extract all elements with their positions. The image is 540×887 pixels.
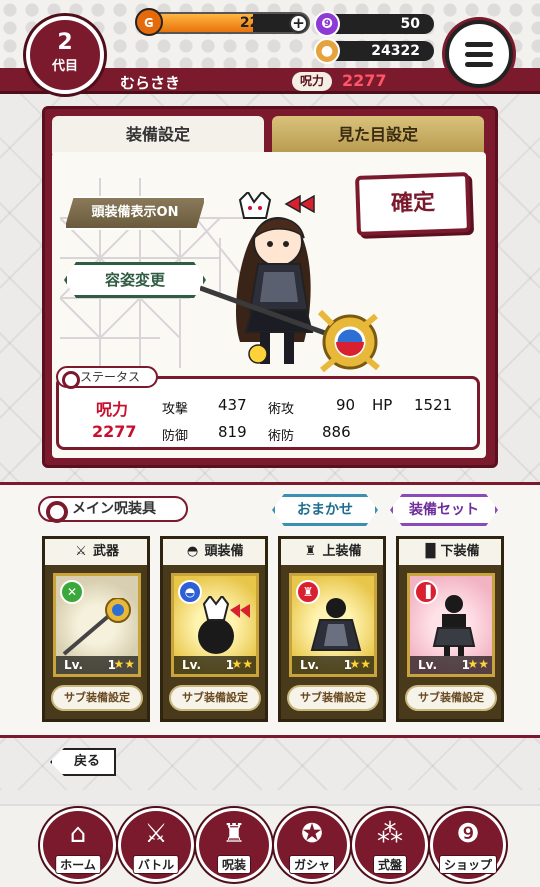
change-appearance-button[interactable]: 容姿変更 bbox=[64, 262, 206, 298]
slot-lower-level: Lv. 1 ★★ bbox=[410, 656, 492, 674]
helmet-icon: ◓ bbox=[186, 544, 199, 559]
sub-equip-button-weapon[interactable]: サブ装備設定 bbox=[51, 685, 143, 711]
nav-armor-label: 呪装 bbox=[216, 855, 252, 874]
power-label: 呪力 bbox=[292, 72, 333, 91]
slot-head-card[interactable]: ◓ Lv. 1 ★★ bbox=[171, 573, 259, 677]
star-icon: ★★ bbox=[113, 657, 135, 671]
generation-number: 2 bbox=[57, 30, 73, 55]
status-defense-value: 819 bbox=[218, 423, 247, 441]
hamburger-line bbox=[465, 52, 493, 57]
slot-weapon-card[interactable]: ✕ Lv. 1 ★★ bbox=[53, 573, 141, 677]
equip-set-button[interactable]: 装備セット bbox=[390, 494, 498, 526]
nav-board-label: 式盤 bbox=[372, 855, 408, 874]
status-attack-label: 攻撃 bbox=[162, 402, 189, 417]
slot-upper-card[interactable]: ♜ Lv. 1 ★★ bbox=[289, 573, 377, 677]
stamina-plus-button[interactable]: + bbox=[289, 14, 308, 33]
sub-equip-button-lower[interactable]: サブ装備設定 bbox=[405, 685, 497, 711]
status-magic-defense-label: 術防 bbox=[268, 429, 295, 444]
slot-lower-name: 下装備 bbox=[440, 544, 480, 559]
lower-item-icon bbox=[432, 595, 476, 656]
coin-pouch-icon: ● bbox=[314, 38, 340, 64]
slot-weapon[interactable]: ⚔ 武器 ✕ Lv. 1 ★★ サブ装備設定 bbox=[42, 536, 150, 722]
nav-battle-label: バトル bbox=[132, 855, 180, 874]
shop-icon: ❾ bbox=[456, 819, 480, 849]
nav-shop[interactable]: ❾ ショップ bbox=[430, 808, 506, 882]
sub-equip-button-head[interactable]: サブ装備設定 bbox=[169, 685, 261, 711]
power-value: 2277 bbox=[342, 71, 387, 90]
main-equipment-label: メイン呪装具 bbox=[38, 496, 188, 523]
pants-icon: ▐▌ bbox=[420, 544, 441, 559]
hamburger-line bbox=[465, 62, 493, 67]
slot-head-level: Lv. 1 ★★ bbox=[174, 656, 256, 674]
sub-equip-button-upper[interactable]: サブ装備設定 bbox=[287, 685, 379, 711]
status-magic-attack-value: 90 bbox=[336, 396, 356, 414]
back-button[interactable]: 戻る bbox=[50, 748, 116, 776]
jacket-icon: ♜ bbox=[304, 544, 317, 559]
stamina-text: 22/33 bbox=[239, 15, 284, 31]
stamina-bar: 22/33 bbox=[140, 12, 310, 34]
nav-gacha[interactable]: ✪ ガシャ bbox=[274, 808, 350, 882]
battle-icon: ⚔ bbox=[144, 819, 168, 849]
star-icon: ★★ bbox=[231, 657, 253, 671]
star-icon: ★★ bbox=[349, 657, 371, 671]
home-icon: ⌂ bbox=[69, 819, 87, 849]
upper-item-icon bbox=[310, 598, 362, 651]
nav-board[interactable]: ⁂ 式盤 bbox=[352, 808, 428, 882]
status-power-value: 2277 bbox=[92, 422, 137, 441]
nav-home[interactable]: ⌂ ホーム bbox=[40, 808, 116, 882]
slot-upper-level: Lv. 1 ★★ bbox=[292, 656, 374, 674]
board-icon: ⁂ bbox=[377, 819, 403, 849]
armor-icon: ♜ bbox=[222, 819, 246, 849]
status-hp-value: 1521 bbox=[414, 396, 453, 414]
status-power-label: 呪力 bbox=[96, 400, 129, 419]
status-magic-defense-value: 886 bbox=[322, 423, 351, 441]
slot-lower[interactable]: ▐▌下装備 ▐ Lv. 1 ★★ サブ装備設定 bbox=[396, 536, 504, 722]
status-tab-label: ステータス bbox=[56, 366, 158, 389]
nav-battle[interactable]: ⚔ バトル bbox=[118, 808, 194, 882]
hamburger-line bbox=[465, 42, 493, 47]
head-display-toggle-button[interactable]: 頭装備表示ON bbox=[64, 196, 206, 230]
auto-equip-button[interactable]: おまかせ bbox=[272, 494, 378, 526]
character-avatar bbox=[200, 192, 380, 373]
slot-upper[interactable]: ♜ 上装備 ♜ Lv. 1 ★★ サブ装備設定 bbox=[278, 536, 386, 722]
slot-weapon-header: ⚔ 武器 bbox=[45, 539, 147, 565]
slot-head-name: 頭装備 bbox=[204, 544, 244, 559]
nav-shop-label: ショップ bbox=[438, 855, 498, 874]
nav-gacha-label: ガシャ bbox=[288, 855, 336, 874]
tab-equip-settings[interactable]: 装備設定 bbox=[52, 116, 264, 154]
weapon-item-icon bbox=[62, 598, 131, 656]
menu-button[interactable] bbox=[445, 20, 513, 88]
spirit-orb-icon: ❾ bbox=[314, 11, 340, 37]
status-magic-attack-label: 術攻 bbox=[268, 402, 295, 417]
gacha-icon: ✪ bbox=[301, 819, 323, 849]
head-item-icon bbox=[198, 596, 250, 654]
generation-badge: 2 代目 bbox=[26, 16, 104, 94]
slot-upper-header: ♜ 上装備 bbox=[281, 539, 383, 565]
nav-armor[interactable]: ♜ 呪装 bbox=[196, 808, 272, 882]
player-name: むらさき bbox=[120, 74, 181, 92]
slot-head-header: ◓ 頭装備 bbox=[163, 539, 265, 565]
status-hp-label: HP bbox=[372, 396, 393, 414]
slot-head[interactable]: ◓ 頭装備 ◓ Lv. 1 ★★ サブ装備設定 bbox=[160, 536, 268, 722]
status-defense-label: 防御 bbox=[162, 429, 189, 444]
status-attack-value: 437 bbox=[218, 396, 247, 414]
nav-home-label: ホーム bbox=[55, 855, 101, 874]
tab-appearance-settings[interactable]: 見た目設定 bbox=[272, 116, 484, 154]
slot-lower-header: ▐▌下装備 bbox=[399, 539, 501, 565]
slot-weapon-level: Lv. 1 ★★ bbox=[56, 656, 138, 674]
slot-lower-card[interactable]: ▐ Lv. 1 ★★ bbox=[407, 573, 495, 677]
slot-upper-name: 上装備 bbox=[322, 544, 362, 559]
star-icon: ★★ bbox=[467, 657, 489, 671]
sword-icon: ⚔ bbox=[75, 544, 87, 559]
slot-weapon-name: 武器 bbox=[92, 544, 119, 559]
generation-label: 代目 bbox=[51, 59, 78, 74]
stamina-icon: ɢ bbox=[135, 8, 163, 36]
